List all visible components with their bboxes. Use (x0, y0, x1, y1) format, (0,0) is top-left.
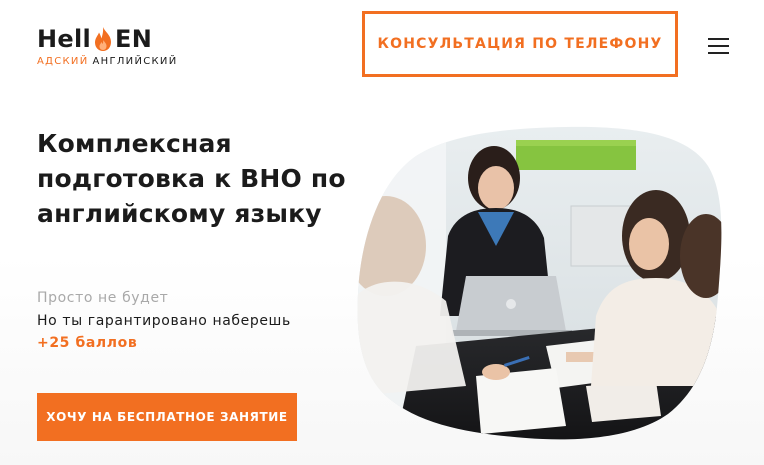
hero-photo (357, 126, 722, 440)
logo-wordmark: Hell EN (37, 26, 177, 51)
menu-bar-middle (708, 45, 729, 47)
menu-bar-bottom (708, 52, 729, 54)
phone-consultation-button[interactable]: КОНСУЛЬТАЦИЯ ПО ТЕЛЕФОНУ (362, 11, 678, 77)
logo-text-left: Hell (37, 25, 92, 53)
hero-points-highlight: +25 баллов (37, 335, 138, 351)
hero-subtitle: Но ты гарантировано наберешь (37, 313, 291, 329)
hero-subtitle-muted: Просто не будет (37, 290, 169, 306)
logo-text-right: EN (115, 25, 153, 53)
hamburger-menu-icon[interactable] (708, 38, 729, 54)
logo[interactable]: Hell EN АДСКИЙ АНГЛИЙСКИЙ (37, 26, 177, 67)
free-lesson-button[interactable]: ХОЧУ НА БЕСПЛАТНОЕ ЗАНЯТИЕ (37, 393, 297, 441)
flame-icon (95, 27, 112, 51)
logo-tagline-rest: АНГЛИЙСКИЙ (92, 56, 178, 67)
hero-title: Комплексная подготовка к ВНО по английск… (37, 129, 346, 228)
logo-tagline: АДСКИЙ АНГЛИЙСКИЙ (37, 56, 177, 67)
menu-bar-top (708, 38, 729, 40)
logo-tagline-accent: АДСКИЙ (37, 56, 89, 67)
